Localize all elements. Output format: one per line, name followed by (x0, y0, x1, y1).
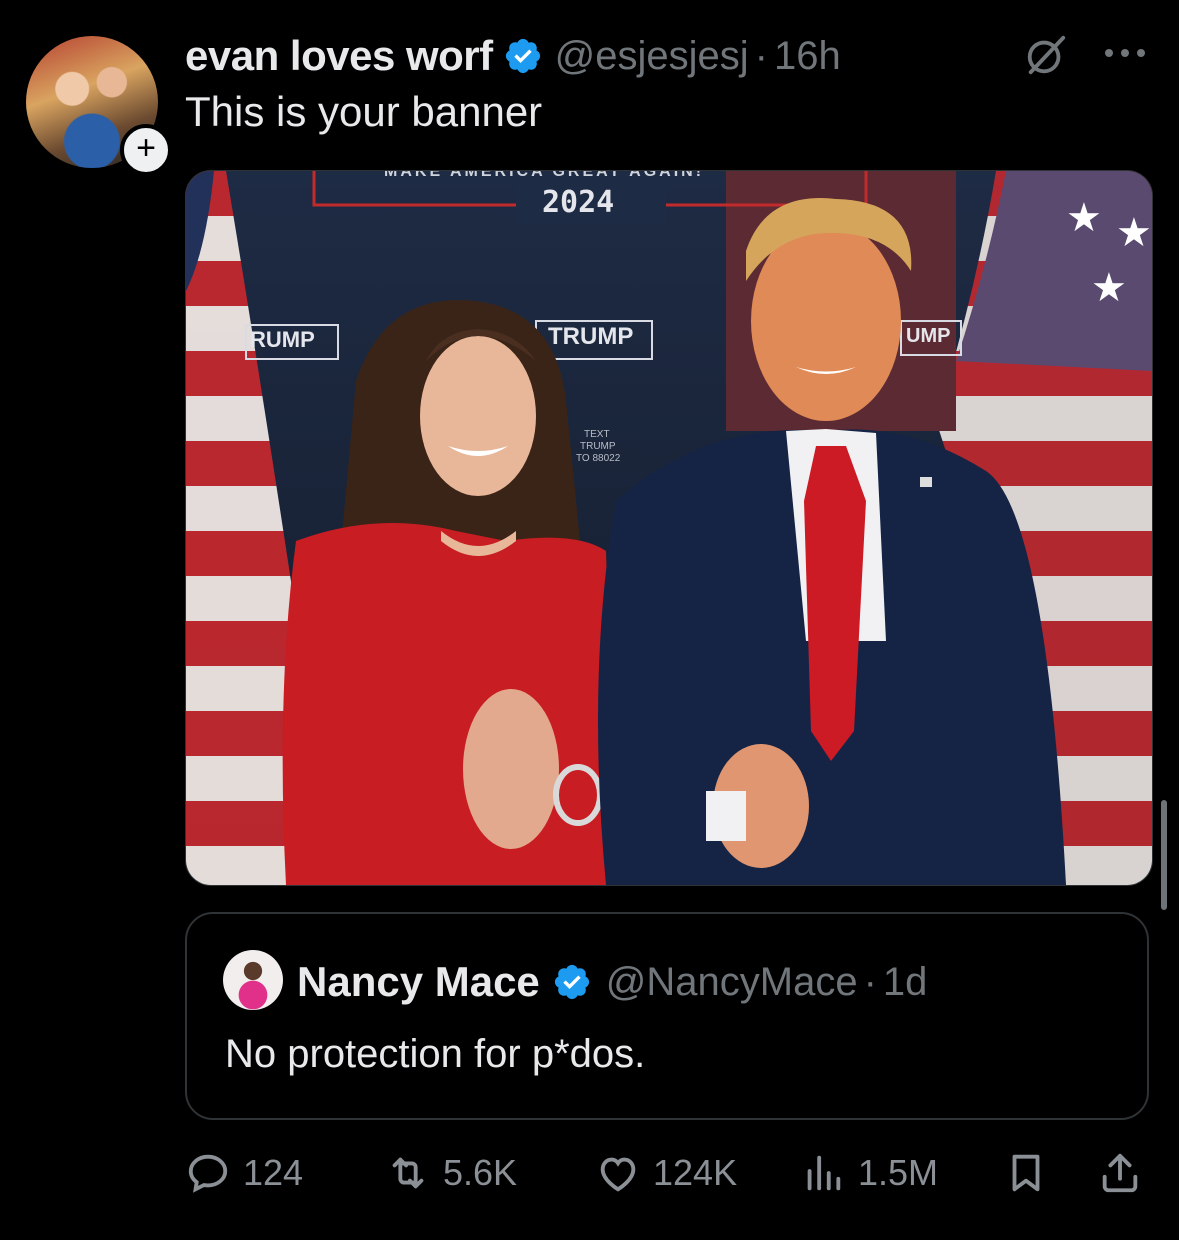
author-handle[interactable]: @esjesjesj (555, 34, 749, 79)
verified-icon (554, 964, 589, 1000)
tweet-photo[interactable]: ★ ★ ★ MAKE AMERICA GREAT AGAIN! 2024 RUM… (185, 170, 1153, 886)
quoted-author-avatar[interactable] (223, 950, 283, 1010)
author-avatar-wrap[interactable]: + (26, 36, 172, 176)
svg-text:★: ★ (1066, 195, 1102, 241)
like-icon (600, 1157, 636, 1192)
verified-icon (505, 38, 540, 74)
like-button[interactable]: 124K (595, 1142, 737, 1204)
scrollbar-thumb[interactable] (1161, 800, 1167, 910)
quoted-text: No protection for p*dos. (225, 1032, 646, 1076)
quoted-timestamp[interactable]: 1d (883, 960, 928, 1005)
text-sign-2: TRUMP (580, 441, 616, 452)
quoted-tweet[interactable]: Nancy Mace @NancyMace · 1d No protection… (185, 912, 1149, 1120)
svg-text:★: ★ (1116, 210, 1152, 256)
banner-label: MAKE AMERICA GREAT AGAIN! (384, 170, 705, 180)
like-count: 124K (653, 1152, 738, 1193)
repost-count: 5.6K (443, 1152, 518, 1193)
reply-count: 124 (243, 1152, 304, 1193)
action-bar: 124 5.6K 124K 1.5M (185, 1142, 1145, 1204)
separator-dot: · (754, 33, 768, 78)
text-sign-1: TEXT (584, 429, 610, 440)
share-icon (1102, 1153, 1138, 1193)
text-sign-3: TO 88022 (576, 453, 621, 464)
tweet-header: evan loves worf @esjesjesj · 16h (185, 30, 1149, 82)
bookmark-button[interactable] (1003, 1142, 1049, 1204)
more-icon[interactable] (1103, 40, 1147, 66)
quoted-handle[interactable]: @NancyMace (606, 960, 858, 1005)
views-button[interactable]: 1.5M (800, 1142, 938, 1204)
banner-year: 2024 (542, 185, 615, 220)
views-icon (807, 1155, 841, 1191)
photo-illustration: ★ ★ ★ (186, 171, 1152, 885)
tweet-timestamp[interactable]: 16h (774, 34, 841, 79)
sign-right: UMP (906, 325, 951, 347)
author-display-name[interactable]: evan loves worf (185, 32, 493, 80)
views-count: 1.5M (858, 1152, 939, 1193)
quoted-header: Nancy Mace @NancyMace · 1d (297, 954, 927, 1010)
reply-icon (188, 1154, 228, 1193)
svg-text:★: ★ (1091, 265, 1127, 311)
follow-button[interactable]: + (120, 124, 172, 176)
reply-button[interactable]: 124 (185, 1142, 303, 1204)
quoted-display-name[interactable]: Nancy Mace (297, 958, 540, 1006)
grok-icon[interactable] (1023, 32, 1069, 78)
repost-icon (392, 1157, 424, 1189)
repost-button[interactable]: 5.6K (385, 1142, 517, 1204)
tweet-text: This is your banner (185, 88, 543, 135)
share-button[interactable] (1097, 1142, 1143, 1204)
sign-center: TRUMP (548, 323, 634, 350)
sign-left: RUMP (250, 327, 315, 352)
separator-dot: · (863, 959, 877, 1004)
bookmark-icon (1012, 1154, 1040, 1192)
